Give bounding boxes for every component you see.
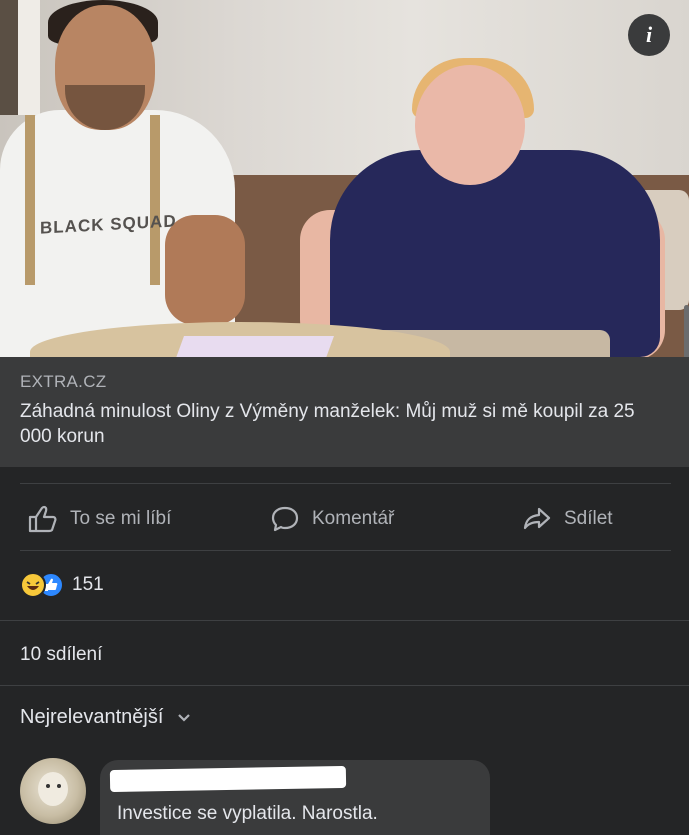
like-button[interactable]: To se mi líbí: [28, 497, 171, 541]
comment-icon: [271, 506, 299, 532]
action-bar: To se mi líbí Komentář Sdílet: [0, 497, 689, 541]
image-paper: [175, 336, 335, 357]
reaction-count: 151: [72, 574, 104, 595]
divider-reactions: [0, 620, 689, 621]
divider-top: [20, 483, 671, 484]
redacted-author-name: [109, 765, 347, 793]
image-brace-right: [150, 115, 160, 285]
reactions-summary[interactable]: 151: [20, 570, 104, 600]
image-woman-head: [415, 65, 525, 185]
shares-count[interactable]: 10 sdílení: [20, 644, 102, 666]
scrollbar-thumb[interactable]: [684, 305, 689, 357]
link-preview-image[interactable]: BLACK SQUAD i: [0, 0, 689, 357]
chevron-down-icon: [178, 713, 191, 722]
haha-icon: [20, 572, 46, 598]
share-button[interactable]: Sdílet: [522, 497, 613, 541]
comment-label: Komentář: [312, 508, 395, 529]
avatar-face: [38, 772, 68, 806]
avatar[interactable]: [20, 758, 86, 824]
like-label: To se mi líbí: [70, 508, 172, 529]
info-icon[interactable]: i: [628, 14, 670, 56]
link-domain: EXTRA.CZ: [20, 372, 107, 391]
comment-sort-dropdown[interactable]: Nejrelevantnější: [20, 706, 191, 729]
share-label: Sdílet: [564, 508, 613, 529]
avatar-eye-right: [57, 784, 61, 788]
thumbs-up-icon: [28, 505, 57, 533]
avatar-eye-left: [46, 784, 50, 788]
comment-text: Investice se vyplatila. Narostla.: [117, 803, 378, 824]
divider-bottom: [20, 550, 671, 551]
sort-label: Nejrelevantnější: [20, 706, 164, 728]
share-arrow-icon: [523, 507, 551, 530]
divider-shares: [0, 685, 689, 686]
comment-button[interactable]: Komentář: [270, 497, 394, 541]
link-caption[interactable]: EXTRA.CZ Záhadná minulost Oliny z Výměny…: [0, 357, 689, 467]
image-wall-strip: [18, 0, 40, 115]
image-woman-body: [330, 150, 660, 357]
link-title[interactable]: Záhadná minulost Oliny z Výměny manželek…: [20, 399, 669, 449]
image-man-arm: [165, 215, 245, 325]
image-brace-left: [25, 115, 35, 285]
